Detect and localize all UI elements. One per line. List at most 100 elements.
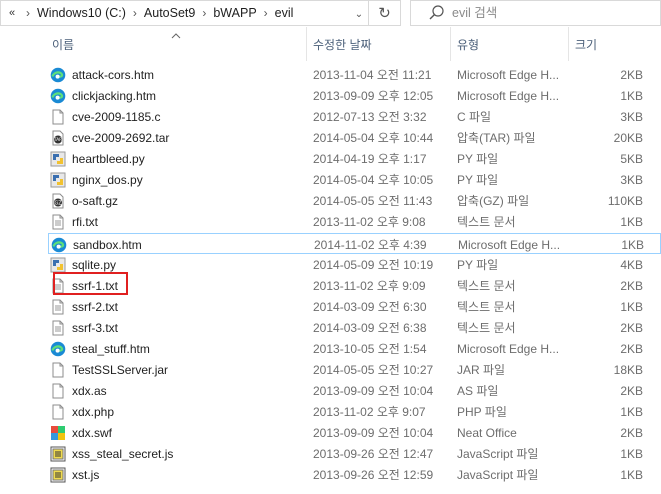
file-name-cell[interactable]: GZ o-saft.gz [50,190,304,211]
file-name-cell[interactable]: TestSSLServer.jar [50,359,304,380]
search-box[interactable] [410,0,661,26]
file-row[interactable]: sandbox.htm 2014-11-02 오후 4:39 Microsoft… [48,233,661,254]
file-row-highlighted[interactable]: ssrf-1.txt 2013-11-02 오후 9:09 텍스트 문서 2KB [48,275,661,296]
file-row[interactable]: attack-cors.htm 2013-11-04 오전 11:21 Micr… [48,64,661,85]
search-input[interactable] [452,6,652,20]
column-header-type[interactable]: 유형 [450,27,568,61]
file-row[interactable]: ssrf-2.txt 2014-03-09 오전 6:30 텍스트 문서 1KB [48,296,661,317]
file-size: 2KB [620,278,643,293]
javascript-icon [50,467,66,483]
javascript-icon [50,446,66,462]
breadcrumb-bwapp[interactable]: bWAPP [211,6,258,20]
overflow-chevrons-icon[interactable]: « [3,7,21,19]
file-name-cell[interactable]: xss_steal_secret.js [50,443,304,464]
file-name: ssrf-2.txt [72,299,119,314]
gz-archive-icon: GZ [50,193,66,209]
file-name: steal_stuff.htm [72,341,150,356]
file-name-cell[interactable]: rfi.txt [50,211,304,232]
file-row[interactable]: xdx.as 2013-09-09 오전 10:04 AS 파일 2KB [48,380,661,401]
file-name-cell[interactable]: steal_stuff.htm [50,338,304,359]
breadcrumb-separator[interactable]: › [128,6,142,20]
file-row[interactable]: xss_steal_secret.js 2013-09-26 오전 12:47 … [48,443,661,464]
file-row[interactable]: xdx.php 2013-11-02 오후 9:07 PHP 파일 1KB [48,401,661,422]
breadcrumb-drive[interactable]: Windows10 (C:) [35,6,128,20]
file-name: ssrf-3.txt [72,320,119,335]
file-name-cell[interactable]: cve-2009-1185.c [50,106,304,127]
refresh-button[interactable]: ↻ [369,0,401,26]
file-row[interactable]: sqlite.py 2014-05-09 오전 10:19 PY 파일 4KB [48,254,661,275]
file-size: 1KB [620,299,643,314]
document-icon [50,404,66,420]
text-document-icon [50,320,66,336]
file-date: 2013-11-02 오후 9:09 [313,279,426,293]
breadcrumb-autoset9[interactable]: AutoSet9 [142,6,197,20]
file-name: xdx.swf [72,425,113,440]
file-name: cve-2009-2692.tar [72,130,170,145]
file-date: 2013-11-02 오후 9:07 [313,405,426,419]
file-row[interactable]: TAR cve-2009-2692.tar 2014-05-04 오후 10:4… [48,127,661,148]
file-row[interactable]: cve-2009-1185.c 2012-07-13 오전 3:32 C 파일 … [48,106,661,127]
file-size: 2KB [620,383,643,398]
file-name-cell[interactable]: ssrf-3.txt [50,317,304,338]
address-dropdown-icon[interactable]: ⌄ [349,1,369,27]
file-name-cell[interactable]: TAR cve-2009-2692.tar [50,127,304,148]
file-type: Microsoft Edge H... [458,237,561,252]
file-type: 텍스트 문서 [457,321,516,335]
file-row[interactable]: xst.js 2013-09-26 오전 12:59 JavaScript 파일… [48,464,661,485]
file-name: xdx.as [72,383,107,398]
file-name: sandbox.htm [73,237,142,252]
edge-icon [51,237,67,253]
file-name-cell[interactable]: xdx.php [50,401,304,422]
file-type: 텍스트 문서 [457,300,516,314]
text-document-icon [50,299,66,315]
file-name-cell[interactable]: clickjacking.htm [50,85,304,106]
file-date: 2013-09-09 오후 12:05 [313,89,434,103]
file-row[interactable]: heartbleed.py 2014-04-19 오후 1:17 PY 파일 5… [48,148,661,169]
python-icon [50,172,66,188]
file-size: 1KB [620,467,643,482]
file-type: PY 파일 [457,173,499,187]
file-type: 압축(GZ) 파일 [457,194,530,208]
file-row[interactable]: steal_stuff.htm 2013-10-05 오전 1:54 Micro… [48,338,661,359]
breadcrumb-evil[interactable]: evil [273,6,296,20]
file-date: 2013-09-26 오전 12:59 [313,468,434,482]
file-row[interactable]: nginx_dos.py 2014-05-04 오후 10:05 PY 파일 3… [48,169,661,190]
address-bar[interactable]: « › Windows10 (C:) › AutoSet9 › bWAPP › … [0,0,369,26]
file-row[interactable]: TestSSLServer.jar 2014-05-05 오전 10:27 JA… [48,359,661,380]
file-name-cell[interactable]: nginx_dos.py [50,169,304,190]
file-size: 18KB [613,362,643,377]
file-name: cve-2009-1185.c [72,109,161,124]
python-icon [50,257,66,273]
document-icon [50,383,66,399]
column-header-date[interactable]: 수정한 날짜 [306,27,450,61]
file-row[interactable]: rfi.txt 2013-11-02 오후 9:08 텍스트 문서 1KB [48,211,661,232]
file-date: 2014-04-19 오후 1:17 [313,152,427,166]
breadcrumb-separator[interactable]: › [197,6,211,20]
file-name-cell[interactable]: sandbox.htm [51,234,305,255]
file-name-cell[interactable]: xdx.swf [50,422,304,443]
file-name-cell[interactable]: xst.js [50,464,304,485]
file-size: 2KB [620,341,643,356]
file-type: 압축(TAR) 파일 [457,131,536,145]
file-row[interactable]: ssrf-3.txt 2014-03-09 오전 6:38 텍스트 문서 2KB [48,317,661,338]
file-name-cell[interactable]: ssrf-1.txt [50,275,304,296]
file-date: 2013-09-09 오전 10:04 [313,426,434,440]
breadcrumb-separator[interactable]: › [21,6,35,20]
file-size: 3KB [620,109,643,124]
file-type: 텍스트 문서 [457,279,516,293]
column-header-size[interactable]: 크기 [568,27,661,61]
file-name: xss_steal_secret.js [72,446,174,461]
file-name-cell[interactable]: sqlite.py [50,254,304,275]
breadcrumb-separator[interactable]: › [259,6,273,20]
file-row[interactable]: xdx.swf 2013-09-09 오전 10:04 Neat Office … [48,422,661,443]
file-name-cell[interactable]: xdx.as [50,380,304,401]
file-date: 2013-09-26 오전 12:47 [313,447,434,461]
file-date: 2014-03-09 오전 6:38 [313,321,427,335]
file-row[interactable]: clickjacking.htm 2013-09-09 오후 12:05 Mic… [48,85,661,106]
file-name-cell[interactable]: attack-cors.htm [50,64,304,85]
file-row[interactable]: GZ o-saft.gz 2014-05-05 오전 11:43 압축(GZ) … [48,190,661,211]
column-header-name[interactable]: 이름 [46,27,306,61]
file-name-cell[interactable]: ssrf-2.txt [50,296,304,317]
column-header-row: 이름 수정한 날짜 유형 크기 [0,27,661,61]
file-name-cell[interactable]: heartbleed.py [50,148,304,169]
